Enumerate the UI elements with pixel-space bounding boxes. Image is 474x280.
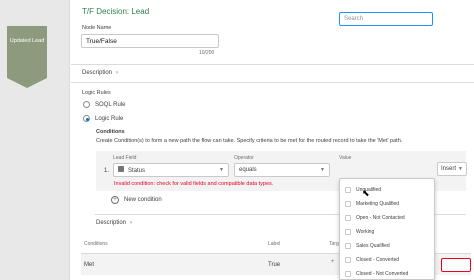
checkbox-icon [345, 257, 351, 263]
option-label: Marketing Qualified [356, 201, 400, 207]
condition-error-message: Invalid condition: check for valid field… [114, 181, 274, 187]
operator-value: equals [239, 167, 257, 173]
checkbox-icon [345, 215, 351, 221]
dropdown-option[interactable]: Marketing Qualified [340, 197, 434, 211]
row-label: True [268, 262, 281, 268]
flow-node-updated-lead[interactable]: Updated Lead [7, 26, 47, 88]
properties-panel: T/F Decision: Lead Node Name 10/200 Desc… [71, 0, 474, 280]
value-search-input[interactable]: Search [339, 12, 433, 26]
checkbox-icon [345, 229, 351, 235]
flow-node-label: Updated Lead [9, 38, 45, 44]
conditions-title: Conditions [96, 129, 125, 135]
chevron-down-icon: ▼ [458, 166, 463, 172]
dropdown-option[interactable]: Sales Qualified [340, 239, 434, 253]
lead-field-label: Lead Field [113, 155, 137, 161]
dropdown-option[interactable]: Closed - Converted [340, 253, 434, 267]
plus-icon: + [111, 196, 119, 204]
divider [71, 82, 474, 83]
divider [71, 64, 474, 65]
option-label: Closed - Not Converted [356, 271, 409, 277]
insert-select[interactable]: Insert ▼ [437, 162, 467, 176]
radio-label-soql: SOQL Rule [95, 101, 126, 108]
panel-title: T/F Decision: Lead [82, 7, 150, 16]
description-label-2: Description [96, 220, 127, 226]
radio-icon [83, 101, 90, 108]
flow-canvas: Updated Lead [0, 0, 70, 280]
radio-logic-rule[interactable]: Logic Rule [83, 115, 123, 122]
chevron-down-icon: ▼ [219, 167, 224, 173]
lead-field-value: Status [128, 168, 146, 174]
node-name-label: Node Name [82, 25, 112, 31]
logic-rules-label: Logic Rules [82, 90, 111, 96]
checkbox-icon [345, 243, 351, 249]
radio-label-logic: Logic Rule [95, 115, 124, 122]
chevron-right-icon: › [130, 220, 133, 226]
operator-label: Operator [234, 155, 254, 161]
column-header-label: Label [268, 241, 281, 247]
description-toggle-2[interactable]: Description › [96, 220, 132, 226]
column-header-target: Targ [329, 241, 339, 247]
condition-number: 1. [104, 168, 110, 174]
radio-selected-icon [83, 115, 90, 122]
row-condition: Met [84, 262, 95, 268]
chevron-down-icon: ▼ [320, 167, 325, 173]
dropdown-option[interactable]: Closed - Not Converted [340, 267, 434, 280]
lead-field-select[interactable]: Status ▼ [113, 163, 229, 177]
target-select[interactable] [441, 258, 471, 272]
field-icon [118, 166, 124, 172]
checkbox-icon [345, 201, 351, 207]
node-name-input[interactable] [81, 34, 219, 48]
value-dropdown: Unqualified Marketing Qualified Open - N… [339, 178, 435, 280]
dropdown-option[interactable]: Unqualified [340, 183, 434, 197]
checkbox-icon [345, 271, 351, 277]
chevron-right-icon: › [116, 70, 119, 76]
value-label: Value [339, 155, 352, 161]
operator-select[interactable]: equals ▼ [234, 163, 330, 177]
option-label: Open - Not Contacted [356, 215, 405, 221]
new-condition-label: New condition [124, 197, 162, 203]
checkbox-icon [345, 187, 351, 193]
radio-soql-rule[interactable]: SOQL Rule [83, 101, 125, 108]
insert-label: Insert [441, 166, 457, 172]
new-condition-button[interactable]: + New condition [111, 196, 162, 204]
option-label: Closed - Converted [356, 257, 400, 263]
char-count: 10/200 [199, 50, 215, 56]
dropdown-option[interactable]: Working [340, 225, 434, 239]
option-label: Working [356, 229, 375, 235]
conditions-help-text: Create Condition(s) to form a new path t… [96, 138, 403, 144]
value-placeholder: Search [344, 16, 364, 22]
description-toggle[interactable]: Description › [82, 70, 118, 76]
column-header-conditions: Conditions [84, 241, 108, 247]
pointer-cursor-icon: ⬉ [362, 188, 370, 198]
description-label: Description [82, 70, 113, 76]
option-label: Sales Qualified [356, 243, 390, 249]
dropdown-option[interactable]: Open - Not Contacted [340, 211, 434, 225]
plus-icon[interactable]: + [331, 259, 335, 265]
